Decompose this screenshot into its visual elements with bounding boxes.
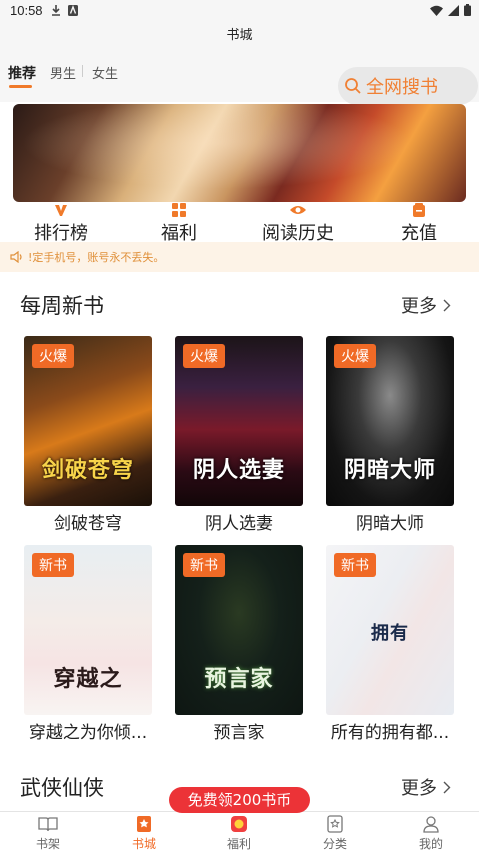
chevron-right-icon [443, 781, 451, 793]
book-cover: 新书 拥有 [326, 545, 454, 715]
book-title: 阴暗大师 [356, 514, 424, 534]
book-card[interactable]: 火爆 阴人选妻 阴人选妻 [175, 336, 303, 534]
cover-title: 阴暗大师 [343, 457, 436, 483]
speaker-icon [10, 251, 22, 263]
banner-artwork [13, 104, 466, 202]
book-title: 剑破苍穹 [54, 514, 122, 534]
download-icon [52, 5, 60, 16]
quick-nav-history[interactable]: 阅读历史 [258, 202, 338, 245]
tab-female[interactable]: 女生 [92, 63, 118, 82]
more-label: 更多 [401, 778, 437, 799]
nav-profile[interactable]: 我的 [401, 814, 461, 852]
signal-icon [448, 4, 459, 16]
tab-recommend[interactable]: 推荐 [8, 63, 36, 83]
section-title: 每周新书 [20, 294, 104, 318]
quick-nav-ranking[interactable]: 排行榜 [30, 202, 92, 245]
wallet-icon [413, 203, 425, 217]
book-title: 所有的拥有都... [330, 723, 450, 743]
book-card[interactable]: 新书 穿越之 穿越之为你倾... [24, 545, 152, 743]
search-label: 全网搜书 [366, 77, 438, 98]
quick-nav-recharge[interactable]: 充值 [396, 202, 442, 245]
category-icon [327, 815, 343, 833]
eye-icon [290, 206, 306, 214]
hot-badge: 火爆 [334, 344, 376, 368]
cover-title: 穿越之 [53, 666, 123, 692]
app-notification-icon [68, 5, 78, 16]
search-button[interactable]: 全网搜书 [338, 67, 478, 105]
ranking-icon [55, 205, 67, 216]
more-link[interactable]: 更多 [401, 774, 451, 800]
book-cover: 火爆 剑破苍穹 [24, 336, 152, 506]
chevron-right-icon [443, 299, 451, 311]
book-card[interactable]: 新书 预言家 预言家 [175, 545, 303, 743]
nav-category[interactable]: 分类 [305, 814, 365, 852]
more-link[interactable]: 更多 [401, 292, 451, 318]
new-badge: 新书 [183, 553, 225, 577]
cover-title: 拥有 [371, 623, 409, 644]
active-tab-indicator [9, 85, 32, 88]
gift-icon [231, 816, 247, 832]
hot-badge: 火爆 [183, 344, 225, 368]
quick-nav-welfare[interactable]: 福利 [155, 202, 203, 245]
tab-male[interactable]: 男生 [50, 63, 76, 82]
nav-label: 福利 [226, 837, 251, 851]
search-icon [345, 78, 361, 94]
profile-icon [423, 816, 439, 833]
book-cover: 火爆 阴暗大师 [326, 336, 454, 506]
more-label: 更多 [401, 296, 437, 317]
hot-badge: 火爆 [32, 344, 74, 368]
battery-icon [464, 4, 471, 16]
tab-divider [82, 65, 83, 77]
book-card[interactable]: 新书 拥有 所有的拥有都... [326, 545, 454, 743]
section-title: 武侠仙侠 [20, 776, 104, 800]
nav-label: 分类 [322, 837, 347, 851]
title-bar: 书城 [0, 22, 479, 56]
book-title: 预言家 [213, 723, 265, 743]
book-title: 阴人选妻 [205, 514, 273, 534]
new-badge: 新书 [32, 553, 74, 577]
nav-bookstore[interactable]: 书城 [114, 814, 174, 852]
notice-bar[interactable]: !定手机号，账号永不丢失。 [0, 242, 479, 272]
section-weekly-header: 每周新书 更多 [0, 290, 479, 324]
bottom-nav: 书架 书城 福利 分类 我的 [0, 811, 479, 853]
nav-label: 书架 [35, 837, 60, 851]
book-cover: 新书 穿越之 [24, 545, 152, 715]
bookshelf-icon [38, 817, 58, 832]
status-bar: 10:58 [0, 0, 479, 22]
cover-title: 阴人选妻 [192, 457, 285, 483]
book-card[interactable]: 火爆 阴暗大师 阴暗大师 [326, 336, 454, 534]
free-coins-button[interactable]: 免费领200书币 [169, 787, 310, 813]
bookstore-icon [137, 816, 151, 832]
nav-label: 书城 [131, 837, 156, 851]
quick-nav: 排行榜 福利 阅读历史 充值 [0, 202, 479, 245]
book-cover: 火爆 阴人选妻 [175, 336, 303, 506]
book-cover: 新书 预言家 [175, 545, 303, 715]
page-title: 书城 [226, 28, 253, 43]
nav-welfare[interactable]: 福利 [209, 814, 269, 852]
nav-label: 我的 [418, 837, 443, 851]
cover-title: 预言家 [204, 666, 274, 692]
book-title: 穿越之为你倾... [28, 723, 148, 743]
notice-text: !定手机号，账号永不丢失。 [28, 251, 165, 264]
book-card[interactable]: 火爆 剑破苍穹 剑破苍穹 [24, 336, 152, 534]
nav-bookshelf[interactable]: 书架 [18, 814, 78, 852]
new-badge: 新书 [334, 553, 376, 577]
wifi-icon [430, 5, 443, 16]
promo-banner[interactable] [13, 104, 466, 202]
grid-icon [172, 203, 186, 217]
cover-title: 剑破苍穹 [41, 457, 134, 483]
status-time: 10:58 [10, 3, 43, 18]
